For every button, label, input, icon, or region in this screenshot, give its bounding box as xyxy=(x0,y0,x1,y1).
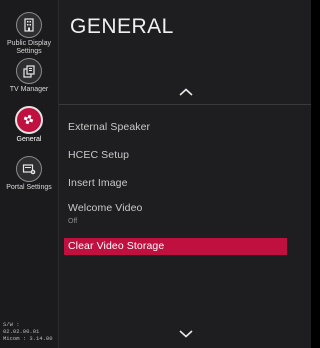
screen: Public Display Settings TV Manager Gener… xyxy=(0,0,311,348)
gear-icon xyxy=(15,106,43,134)
sidebar: Public Display Settings TV Manager Gener… xyxy=(0,0,59,348)
sidebar-item-label: Public Display Settings xyxy=(7,40,51,55)
version-info: S/W : 02.02.00.01 Micom : 3.14.00 xyxy=(3,321,58,342)
menu-item-clear-video-storage[interactable]: Clear Video Storage xyxy=(64,238,287,255)
scroll-up-chevron-icon[interactable] xyxy=(179,88,193,96)
menu-item-insert-image[interactable]: Insert Image xyxy=(68,177,128,189)
sw-version: S/W : 02.02.00.01 xyxy=(3,321,40,335)
tv-manager-icon xyxy=(16,58,42,84)
sidebar-item-general[interactable]: General xyxy=(0,106,58,144)
sidebar-item-tv-manager[interactable]: TV Manager xyxy=(0,58,58,94)
micom-version: Micom : 3.14.00 xyxy=(3,335,53,342)
sidebar-item-portal-settings[interactable]: Portal Settings xyxy=(0,156,58,192)
menu-item-external-speaker[interactable]: External Speaker xyxy=(68,121,150,133)
building-icon xyxy=(16,12,42,38)
sidebar-item-label: TV Manager xyxy=(9,86,49,93)
page-title: GENERAL xyxy=(70,15,174,38)
menu-item-welcome-video[interactable]: Welcome Video xyxy=(68,202,142,214)
divider xyxy=(59,104,311,105)
sidebar-item-label: General xyxy=(16,136,42,143)
sidebar-item-public-display-settings[interactable]: Public Display Settings xyxy=(0,12,58,56)
portal-icon xyxy=(16,156,42,182)
menu-item-hcec-setup[interactable]: HCEC Setup xyxy=(68,149,129,161)
main-panel xyxy=(59,0,311,348)
sidebar-item-label: Portal Settings xyxy=(6,184,52,191)
welcome-video-value: Off xyxy=(68,218,78,225)
scroll-down-chevron-icon[interactable] xyxy=(179,330,193,338)
